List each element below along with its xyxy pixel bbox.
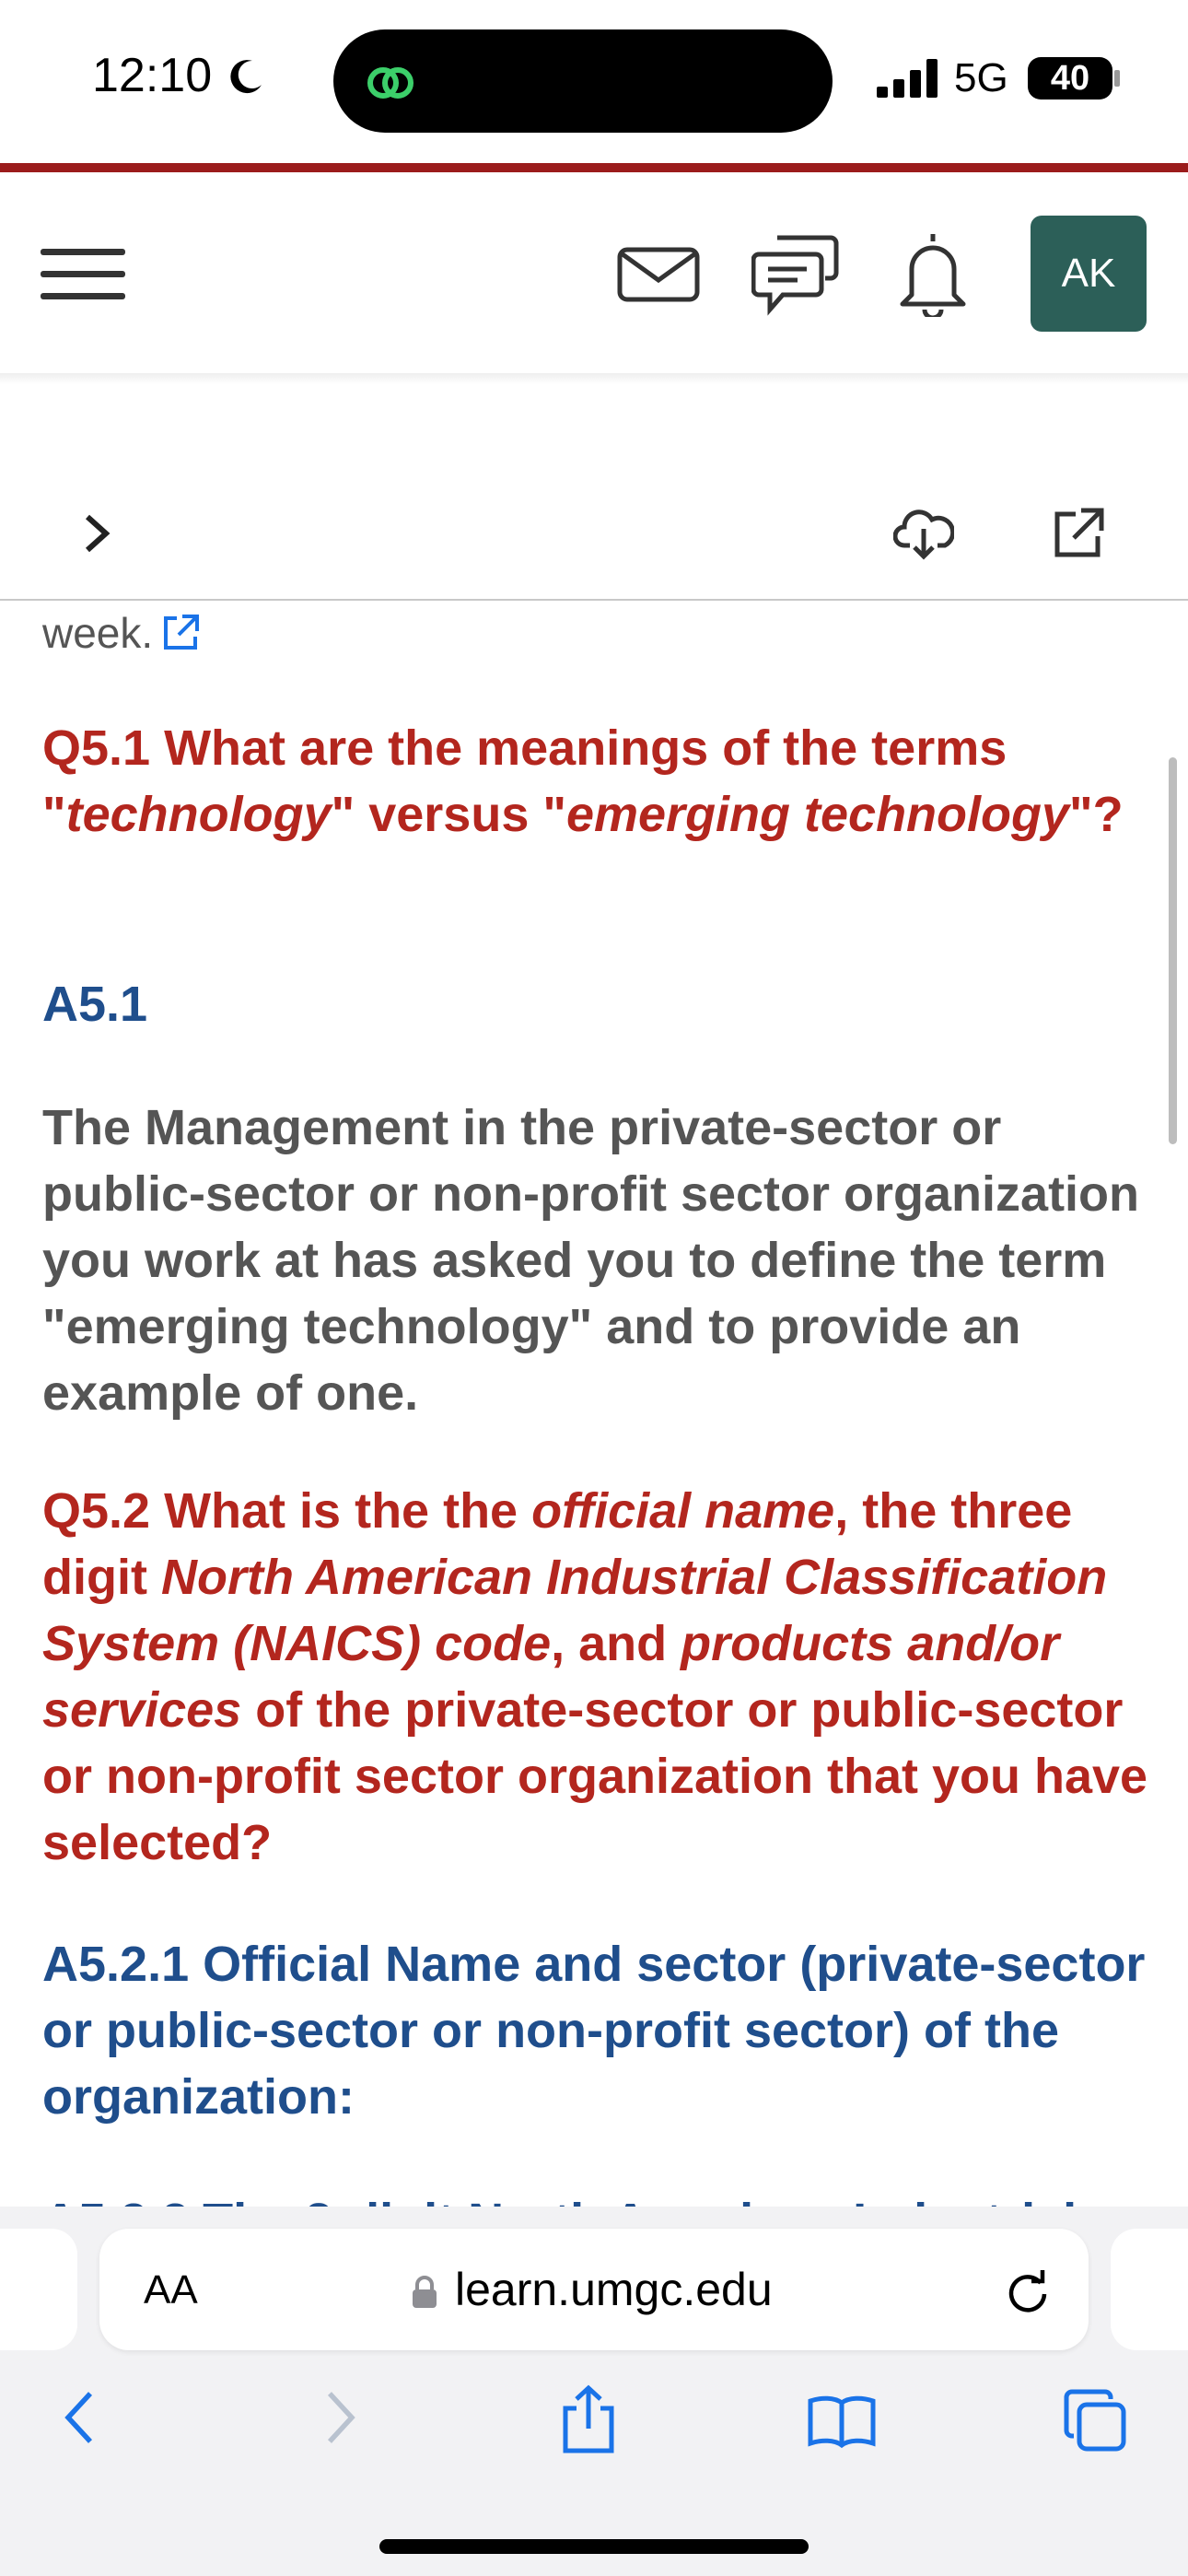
reload-icon[interactable]: [1004, 2266, 1052, 2314]
bookmarks-icon[interactable]: [807, 2394, 877, 2449]
previous-tab-preview[interactable]: [0, 2229, 77, 2350]
q5-1-term1: technology: [65, 787, 332, 842]
open-external-icon[interactable]: [1050, 507, 1105, 562]
reader-options-button[interactable]: AA: [144, 2267, 198, 2313]
status-time: 12:10: [92, 49, 213, 102]
app-header: [0, 172, 1188, 373]
battery-level: 40: [1050, 59, 1090, 98]
chat-icon[interactable]: [751, 230, 840, 319]
answer-5-2-2-text: A5.2.2 The 3-digit North American Indust…: [42, 2194, 1077, 2207]
status-bar: 12:10 5G 40: [0, 0, 1188, 161]
content-toolbar: [0, 461, 1188, 601]
home-indicator[interactable]: [379, 2539, 809, 2554]
q5-2-part1: Q5.2 What is the the: [42, 1483, 532, 1539]
next-tab-preview[interactable]: [1111, 2229, 1188, 2350]
notification-bell-icon[interactable]: [893, 228, 973, 317]
q5-1-middle: " versus ": [331, 787, 566, 842]
chevron-right-icon[interactable]: [83, 512, 111, 555]
link-app-icon: [367, 67, 413, 99]
share-icon[interactable]: [558, 2384, 619, 2454]
back-icon[interactable]: [61, 2390, 98, 2445]
week-text[interactable]: week.: [42, 609, 153, 657]
tabs-icon[interactable]: [1063, 2388, 1127, 2453]
answer-5-1-heading: A5.1: [42, 977, 148, 1032]
answer-5-2-1-heading: A5.2.1 Official Name and sector (private…: [42, 1937, 1146, 2125]
answer-5-1-body: The Management in the private-sector or …: [42, 1100, 1140, 1421]
moon-icon: [230, 60, 262, 94]
content-area: week. Q5.1 What are the meanings of the …: [42, 599, 1157, 2207]
q5-1-term2: emerging technology: [565, 787, 1070, 842]
question-5-2: Q5.2 What is the the official name, the …: [42, 1478, 1157, 1876]
cellular-signal-icon: [877, 59, 938, 98]
forward-icon[interactable]: [322, 2390, 359, 2445]
answer-5-2-2-heading-cut: A5.2.2 The 3-digit North American Indust…: [42, 2193, 1157, 2207]
q5-1-suffix: "?: [1069, 787, 1124, 842]
battery-indicator: 40: [1028, 57, 1112, 100]
external-link-icon[interactable]: [160, 613, 201, 653]
header-shadow: [0, 373, 1188, 384]
week-link-line[interactable]: week.: [42, 608, 201, 658]
question-5-1: Q5.1 What are the meanings of the terms …: [42, 715, 1157, 848]
url-text[interactable]: learn.umgc.edu: [455, 2263, 773, 2316]
network-type: 5G: [954, 55, 1008, 100]
q5-2-part3: , and: [551, 1616, 681, 1671]
scrollbar-thumb[interactable]: [1169, 757, 1177, 1144]
q5-2-em1: official name: [531, 1483, 835, 1539]
user-avatar[interactable]: AK: [1031, 216, 1147, 332]
mail-icon[interactable]: [617, 247, 700, 302]
lock-icon: [413, 2276, 437, 2308]
battery-cap: [1114, 70, 1120, 87]
cloud-download-icon[interactable]: [893, 505, 954, 562]
hamburger-menu-icon[interactable]: [41, 247, 125, 302]
brand-rule: [0, 163, 1188, 172]
